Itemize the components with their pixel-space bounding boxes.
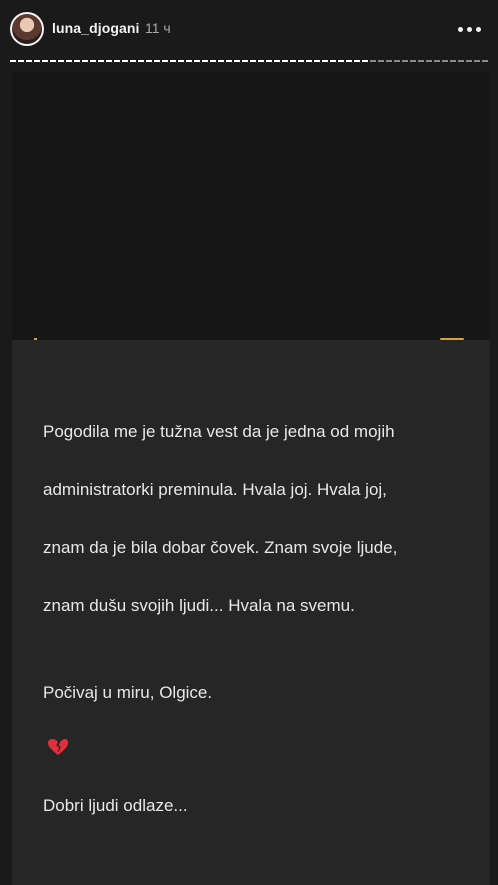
profile-avatar[interactable]	[10, 12, 44, 46]
story-progress-fill	[10, 60, 369, 62]
more-horizontal-icon[interactable]	[452, 14, 486, 44]
story-viewer: luna_djogani 11 ч Pogodila me je tužna v…	[0, 0, 498, 885]
caption-line-1: Pogodila me je tužna vest da je jedna od…	[43, 422, 395, 441]
caption-line-5: Počivaj u miru, Olgice.	[43, 649, 473, 762]
username[interactable]: luna_djogani	[52, 20, 140, 36]
story-header: luna_djogani 11 ч	[0, 0, 498, 58]
story-content[interactable]: Pogodila me je tužna vest da je jedna od…	[12, 72, 490, 885]
more-dot	[466, 26, 472, 32]
story-caption: Pogodila me je tužna vest da je jedna od…	[43, 388, 473, 849]
more-dot	[475, 26, 481, 32]
caption-line-2: administratorki preminula. Hvala joj. Hv…	[43, 480, 387, 499]
post-time: 11 ч	[145, 20, 171, 36]
caption-line-6: Dobri ljudi odlaze...	[43, 796, 188, 815]
caption-line-4: znam dušu svojih ljudi... Hvala na svemu…	[43, 596, 355, 615]
story-progress-bar	[10, 60, 488, 62]
caption-line-5-text: Počivaj u miru, Olgice.	[43, 683, 213, 702]
caption-line-3: znam da je bila dobar čovek. Znam svoje …	[43, 538, 398, 557]
broken-heart-icon	[47, 707, 69, 755]
more-dot	[457, 26, 463, 32]
story-accent-mark-left	[34, 338, 37, 340]
story-accent-mark-right	[440, 338, 464, 340]
